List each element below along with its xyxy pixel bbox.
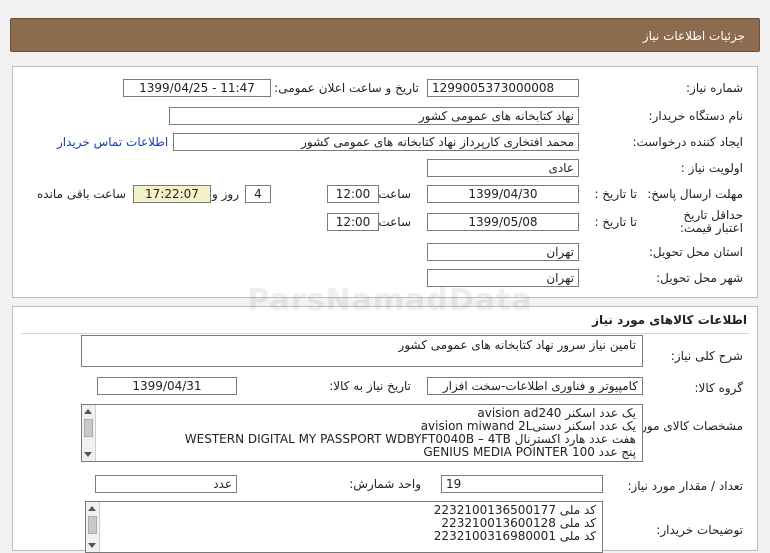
goods-section-title: اطلاعات کالاهای مورد نیاز — [592, 313, 747, 327]
scroll-up-icon[interactable] — [88, 506, 96, 511]
group-field: کامپیوتر و فناوری اطلاعات-سخت افزار — [427, 377, 643, 395]
remaining-label: ساعت باقی مانده — [37, 187, 127, 201]
requester-label: ایجاد کننده درخواست: — [632, 135, 743, 149]
page-header: جزئیات اطلاعات نیاز — [10, 18, 760, 52]
unit-label: واحد شمارش: — [349, 477, 421, 491]
buyer-org-label: نام دستگاه خریدار: — [648, 109, 744, 123]
remaining-time-field: 17:22:07 — [133, 185, 211, 203]
scroll-thumb[interactable] — [84, 419, 93, 437]
deadline-time-label: ساعت — [378, 187, 411, 201]
specs-textarea[interactable]: یک عدد اسکنر avision ad240 یک عدد اسکنر … — [81, 404, 643, 462]
qty-field: 19 — [441, 475, 603, 493]
summary-text: تامین نیاز سرور نهاد کتابخانه های عمومی … — [398, 338, 636, 352]
scroll-down-icon[interactable] — [88, 543, 96, 548]
priority-field: عادی — [427, 159, 579, 177]
scroll-up-icon[interactable] — [84, 409, 92, 414]
validity-label: حداقل تاریخ اعتبار قیمت: — [679, 208, 743, 235]
need-details-panel: شماره نیاز: 1299005373000008 تاریخ و ساع… — [12, 66, 758, 298]
validity-time-label: ساعت — [378, 215, 411, 229]
group-label: گروه کالا: — [694, 381, 744, 395]
province-field: تهران — [427, 243, 579, 261]
spec-line: پنج عدد GENIUS MEDIA POINTER 100 — [423, 445, 636, 459]
scroll-down-icon[interactable] — [84, 452, 92, 457]
validity-to-date-label: تا تاریخ : — [594, 215, 637, 229]
need-date-field: 1399/04/31 — [97, 377, 237, 395]
deadline-time-field: 12:00 — [327, 185, 379, 203]
need-number-field: 1299005373000008 — [427, 79, 579, 97]
days-label: روز و — [212, 187, 239, 201]
need-number-label: شماره نیاز: — [686, 81, 743, 95]
unit-field: عدد — [95, 475, 237, 493]
scroll-thumb[interactable] — [88, 516, 97, 534]
notes-label: توضیحات خریدار: — [656, 523, 743, 537]
requester-field: محمد افتخاری کارپرداز نهاد کتابخانه های … — [173, 133, 579, 151]
days-field: 4 — [245, 185, 271, 203]
deadline-date-field: 1399/04/30 — [427, 185, 579, 203]
announce-label: تاریخ و ساعت اعلان عمومی: — [274, 81, 419, 95]
goods-panel: اطلاعات کالاهای مورد نیاز شرح کلی نیاز: … — [12, 306, 758, 553]
note-line: کد ملی 2232100316980001 — [433, 529, 596, 543]
city-field: تهران — [427, 269, 579, 287]
summary-label: شرح کلی نیاز: — [670, 349, 743, 363]
deadline-to-date-label: تا تاریخ : — [594, 187, 637, 201]
city-label: شهر محل تحویل: — [656, 271, 743, 285]
announce-field: 1399/04/25 - 11:47 — [123, 79, 271, 97]
buyer-contact-link[interactable]: اطلاعات تماس خریدار — [57, 135, 168, 149]
notes-textarea[interactable]: کد ملی 2232100136500177 کد ملی 223210013… — [85, 501, 603, 553]
need-date-label: تاریخ نیاز به کالا: — [329, 379, 411, 393]
specs-scrollbar[interactable] — [82, 405, 96, 461]
qty-label: تعداد / مقدار مورد نیاز: — [627, 479, 743, 493]
summary-field: تامین نیاز سرور نهاد کتابخانه های عمومی … — [81, 335, 643, 367]
validity-time-field: 12:00 — [327, 213, 379, 231]
priority-label: اولویت نیاز : — [680, 161, 743, 175]
section-divider — [21, 333, 749, 334]
buyer-org-field: نهاد کتابخانه های عمومی کشور — [169, 107, 579, 125]
validity-date-field: 1399/05/08 — [427, 213, 579, 231]
province-label: استان محل تحویل: — [648, 245, 743, 259]
deadline-label: مهلت ارسال پاسخ: — [647, 187, 743, 201]
page-title: جزئیات اطلاعات نیاز — [642, 29, 745, 43]
